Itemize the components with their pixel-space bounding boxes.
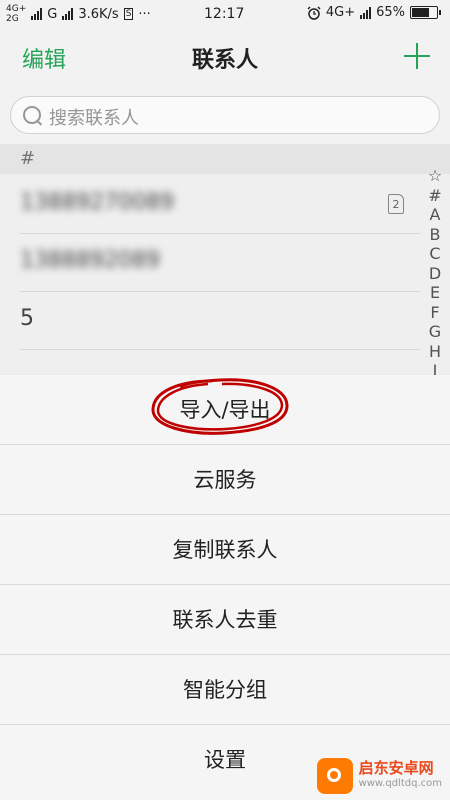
menu-label-copy-contacts: 复制联系人 (172, 538, 278, 562)
menu-item-dedupe[interactable]: 联系人去重 (0, 585, 450, 655)
action-sheet: 导入/导出 云服务 复制联系人 联系人去重 智能分组 设置 (0, 375, 450, 800)
menu-item-cloud-service[interactable]: 云服务 (0, 445, 450, 515)
dim-overlay (0, 0, 450, 375)
menu-label-import-export: 导入/导出 (179, 398, 271, 422)
menu-label-settings: 设置 (204, 748, 246, 772)
menu-item-copy-contacts[interactable]: 复制联系人 (0, 515, 450, 585)
menu-item-import-export[interactable]: 导入/导出 (0, 375, 450, 445)
menu-label-cloud-service: 云服务 (193, 468, 257, 492)
menu-item-smart-group[interactable]: 智能分组 (0, 655, 450, 725)
menu-label-smart-group: 智能分组 (183, 678, 267, 702)
menu-label-dedupe: 联系人去重 (172, 608, 278, 632)
watermark-name: 启东安卓网 (358, 759, 434, 777)
watermark-logo-icon (316, 758, 353, 794)
watermark-url: www.qdltdq.com (358, 778, 442, 789)
watermark: 启东安卓网 www.qdltdq.com (316, 758, 442, 794)
watermark-text: 启东安卓网 www.qdltdq.com (359, 760, 442, 792)
